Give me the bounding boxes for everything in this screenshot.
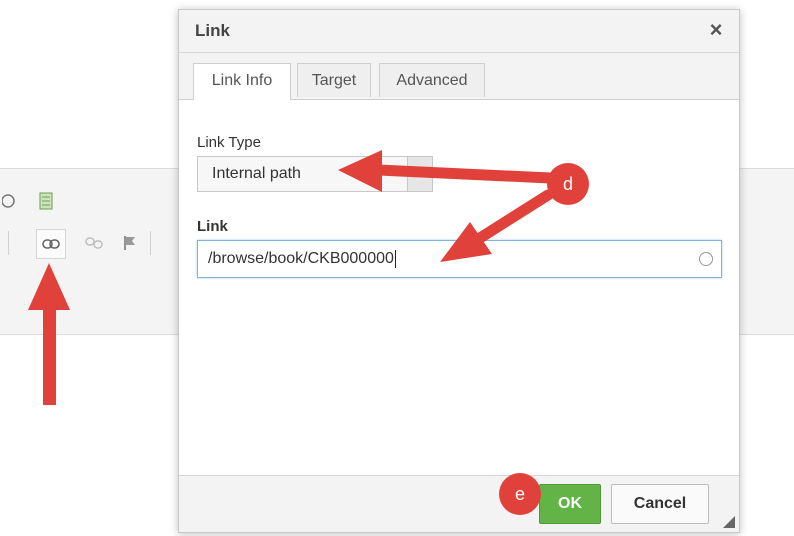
chevron-down-icon xyxy=(407,157,432,191)
ok-button[interactable]: OK xyxy=(539,484,601,524)
dialog-header: Link × xyxy=(179,10,739,53)
link-type-select[interactable]: Internal path xyxy=(197,156,433,192)
link-type-value: Internal path xyxy=(212,165,301,182)
unlink-icon[interactable] xyxy=(80,229,108,257)
link-dialog: Link × Link Info Target Advanced Link Ty… xyxy=(178,9,740,533)
tab-advanced[interactable]: Advanced xyxy=(379,63,485,97)
dialog-title: Link xyxy=(195,21,230,40)
clear-icon[interactable] xyxy=(699,252,713,266)
tab-link-info[interactable]: Link Info xyxy=(193,63,291,100)
toolbar-separator xyxy=(150,231,151,255)
resize-grip-icon[interactable] xyxy=(723,516,735,528)
source-icon[interactable] xyxy=(0,187,20,215)
anchor-icon[interactable] xyxy=(118,229,142,257)
toolbar-separator xyxy=(8,231,9,255)
link-url-input[interactable]: /browse/book/CKB000000 xyxy=(197,240,722,278)
cancel-button[interactable]: Cancel xyxy=(611,484,709,524)
close-icon[interactable]: × xyxy=(705,19,727,41)
link-label: Link xyxy=(197,218,228,235)
link-url-value: /browse/book/CKB000000 xyxy=(208,250,396,268)
tab-target[interactable]: Target xyxy=(297,63,371,97)
template-icon[interactable] xyxy=(34,187,58,215)
link-icon[interactable] xyxy=(36,229,66,259)
link-type-label: Link Type xyxy=(197,134,261,151)
dialog-footer: OK Cancel xyxy=(179,475,739,532)
tab-bar: Link Info Target Advanced xyxy=(179,53,739,100)
